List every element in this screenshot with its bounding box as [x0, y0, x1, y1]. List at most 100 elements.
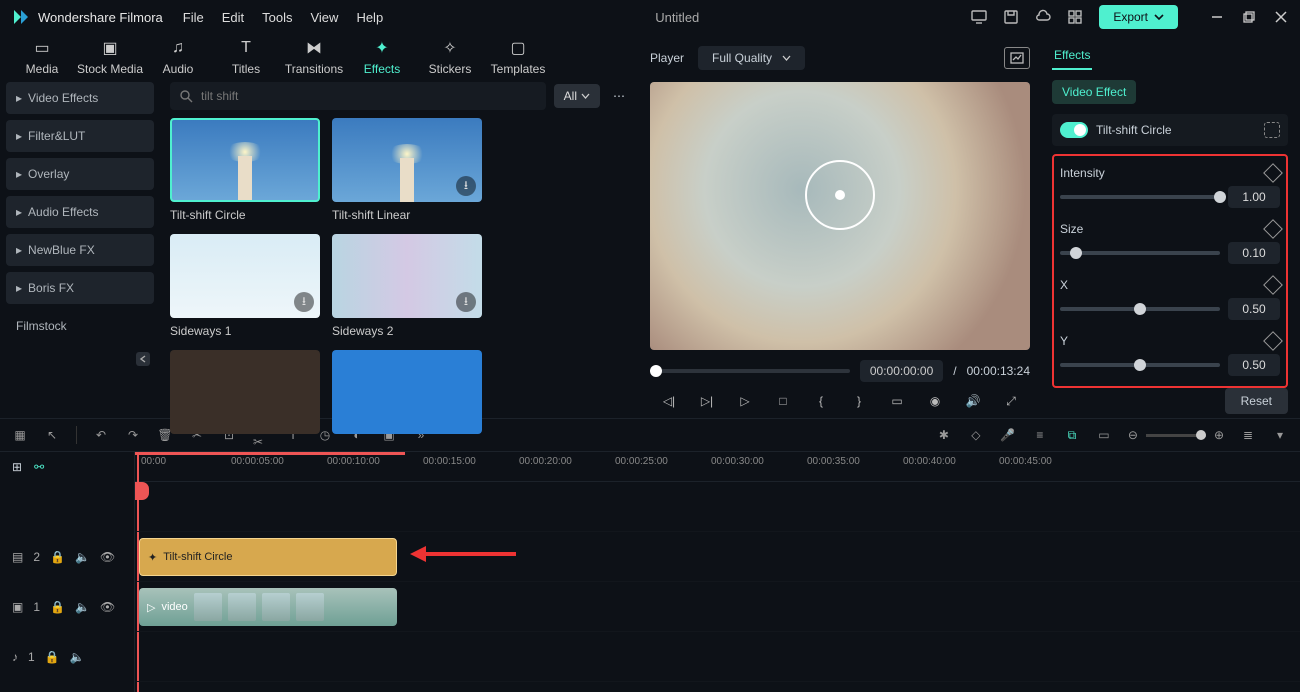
render-icon[interactable]: ▭: [1096, 427, 1112, 443]
fx-track[interactable]: ✦ Tilt-shift Circle: [135, 532, 1300, 582]
sidebar-item-overlay[interactable]: ▸Overlay: [6, 158, 154, 190]
search-input[interactable]: tilt shift: [170, 82, 546, 110]
sidebar-item-filter-lut[interactable]: ▸Filter&LUT: [6, 120, 154, 152]
more-icon[interactable]: ⋯: [608, 85, 630, 107]
match-to-icon[interactable]: ⊞: [12, 460, 22, 474]
video-track[interactable]: ▷ video: [135, 582, 1300, 632]
zoom-out-icon[interactable]: ⊖: [1128, 428, 1138, 442]
slider-size[interactable]: [1060, 251, 1220, 255]
tracking-icon[interactable]: ✱: [936, 427, 952, 443]
mixer-icon[interactable]: ≡: [1032, 427, 1048, 443]
keyframe-icon[interactable]: [1263, 163, 1283, 183]
aspect-icon[interactable]: ▭: [888, 392, 906, 410]
zoom-in-icon[interactable]: ⊕: [1214, 428, 1224, 442]
effect-card[interactable]: ⭳ Sideways 2: [332, 234, 482, 338]
download-icon[interactable]: ⭳: [294, 292, 314, 312]
volume-icon[interactable]: 🔊: [964, 392, 982, 410]
lock-icon[interactable]: 🔒: [50, 550, 65, 564]
undo-icon[interactable]: ↶: [93, 427, 109, 443]
link-icon[interactable]: ⚯: [34, 460, 44, 474]
value-intensity[interactable]: 1.00: [1228, 186, 1280, 208]
zoom-control[interactable]: ⊖ ⊕: [1128, 428, 1224, 442]
eye-icon[interactable]: 👁: [100, 550, 115, 564]
effect-card[interactable]: ⭳ Tilt-shift Linear: [332, 118, 482, 222]
effect-card[interactable]: Tilt-shift Circle: [170, 118, 320, 222]
expand-icon[interactable]: [1264, 122, 1280, 138]
menu-help[interactable]: Help: [356, 10, 383, 25]
fullscreen-icon[interactable]: ⤢: [1002, 392, 1020, 410]
sidebar-item-video-effects[interactable]: ▸Video Effects: [6, 82, 154, 114]
cursor-icon[interactable]: ↖: [44, 427, 60, 443]
mute-icon[interactable]: 🔈: [70, 650, 85, 664]
fx-clip[interactable]: ✦ Tilt-shift Circle: [139, 538, 397, 576]
effect-card[interactable]: [332, 350, 482, 434]
value-size[interactable]: 0.10: [1228, 242, 1280, 264]
video-effect-chip[interactable]: Video Effect: [1052, 80, 1136, 104]
video-clip[interactable]: ▷ video: [139, 588, 397, 626]
tab-templates[interactable]: ▢Templates: [484, 38, 552, 76]
minimize-icon[interactable]: [1210, 10, 1224, 24]
slider-x[interactable]: [1060, 307, 1220, 311]
track-height-icon[interactable]: ≣: [1240, 427, 1256, 443]
tiltshift-center-handle[interactable]: [835, 190, 845, 200]
panel-tab-effects[interactable]: Effects: [1052, 42, 1092, 70]
marker-icon[interactable]: ◇: [968, 427, 984, 443]
tab-titles[interactable]: TTitles: [212, 38, 280, 76]
tab-stickers[interactable]: ✧Stickers: [416, 38, 484, 76]
sidebar-item-boris[interactable]: ▸Boris FX: [6, 272, 154, 304]
keyframe-icon[interactable]: [1263, 275, 1283, 295]
keyframe-icon[interactable]: [1263, 219, 1283, 239]
lock-icon[interactable]: 🔒: [45, 650, 60, 664]
stop-icon[interactable]: □: [774, 392, 792, 410]
sidebar-item-filmstock[interactable]: Filmstock: [6, 310, 154, 342]
effect-toggle[interactable]: [1060, 122, 1088, 138]
quality-dropdown[interactable]: Full Quality: [698, 46, 805, 70]
prev-frame-icon[interactable]: ◁|: [660, 392, 678, 410]
lock-icon[interactable]: 🔒: [50, 600, 65, 614]
mark-in-icon[interactable]: {: [812, 392, 830, 410]
snapshot-icon[interactable]: [1004, 47, 1030, 69]
track-head-video[interactable]: ▣1 🔒 🔈 👁: [0, 582, 134, 632]
reset-button[interactable]: Reset: [1225, 388, 1288, 414]
preview-viewport[interactable]: [650, 82, 1030, 350]
slider-intensity[interactable]: [1060, 195, 1220, 199]
time-ruler[interactable]: 00:00 00:00:05:00 00:00:10:00 00:00:15:0…: [135, 452, 1300, 482]
play-pause-icon[interactable]: ▷|: [698, 392, 716, 410]
chevron-down-icon[interactable]: ▾: [1272, 427, 1288, 443]
download-icon[interactable]: ⭳: [456, 176, 476, 196]
scrubber[interactable]: [650, 369, 850, 373]
monitor-icon[interactable]: [971, 9, 987, 25]
grid-icon[interactable]: [1067, 9, 1083, 25]
auto-ripple-icon[interactable]: ⧉: [1064, 427, 1080, 443]
collapse-sidebar-icon[interactable]: [136, 352, 150, 366]
export-button[interactable]: Export: [1099, 5, 1178, 29]
audio-track[interactable]: [135, 632, 1300, 682]
cloud-icon[interactable]: [1035, 9, 1051, 25]
mark-out-icon[interactable]: }: [850, 392, 868, 410]
play-icon[interactable]: ▷: [736, 392, 754, 410]
track-head-audio[interactable]: ♪1 🔒 🔈: [0, 632, 134, 682]
eye-icon[interactable]: 👁: [100, 600, 115, 614]
voiceover-icon[interactable]: 🎤: [1000, 427, 1016, 443]
tab-stock-media[interactable]: ▣Stock Media: [76, 38, 144, 76]
save-icon[interactable]: [1003, 9, 1019, 25]
maximize-icon[interactable]: [1242, 10, 1256, 24]
effect-card[interactable]: ⭳ Sideways 1: [170, 234, 320, 338]
tab-audio[interactable]: ♫Audio: [144, 38, 212, 76]
value-x[interactable]: 0.50: [1228, 298, 1280, 320]
track-head-fx[interactable]: ▤2 🔒 🔈 👁: [0, 532, 134, 582]
filter-dropdown[interactable]: All: [554, 84, 600, 108]
menu-file[interactable]: File: [183, 10, 204, 25]
layout-icon[interactable]: ▦: [12, 427, 28, 443]
sidebar-item-audio-effects[interactable]: ▸Audio Effects: [6, 196, 154, 228]
keyframe-icon[interactable]: [1263, 331, 1283, 351]
tab-media[interactable]: ▭Media: [8, 38, 76, 76]
menu-tools[interactable]: Tools: [262, 10, 292, 25]
download-icon[interactable]: ⭳: [456, 292, 476, 312]
menu-edit[interactable]: Edit: [222, 10, 244, 25]
slider-y[interactable]: [1060, 363, 1220, 367]
close-icon[interactable]: [1274, 10, 1288, 24]
mute-icon[interactable]: 🔈: [75, 600, 90, 614]
effect-card[interactable]: [170, 350, 320, 434]
camera-icon[interactable]: ◉: [926, 392, 944, 410]
